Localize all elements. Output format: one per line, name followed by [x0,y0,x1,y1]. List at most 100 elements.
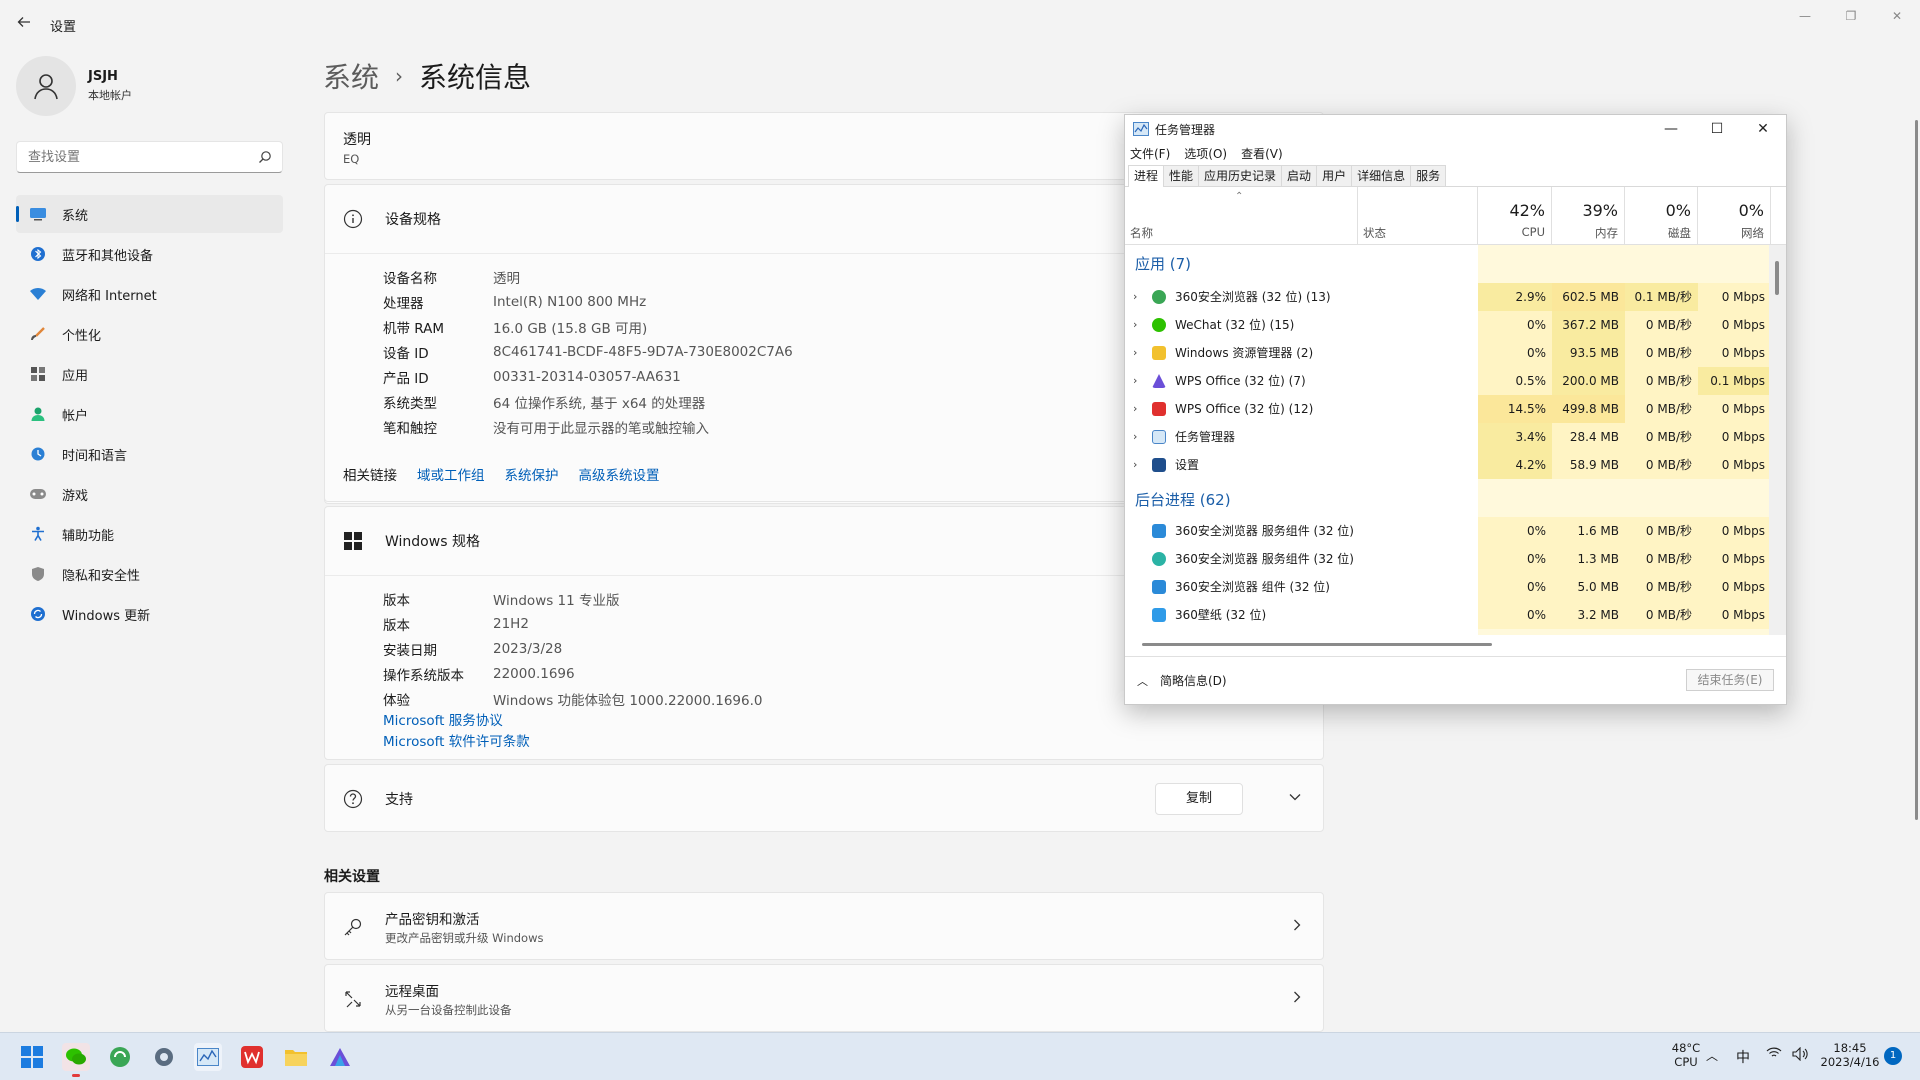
sidebar-item-apps[interactable]: 应用 [16,355,283,393]
table-row[interactable]: 360安全浏览器 服务组件 (32 位) 0% 1.3 MB 0 MB/秒 0 … [1125,545,1771,573]
sidebar-item-system[interactable]: 系统 [16,195,283,233]
sidebar-item-privacy[interactable]: 隐私和安全性 [16,555,283,593]
spec-label: 体验 [383,692,410,709]
start-icon[interactable] [18,1043,46,1071]
link-advanced-system-settings[interactable]: 高级系统设置 [579,464,660,484]
volume-icon[interactable] [1792,1046,1808,1065]
vertical-scrollbar[interactable] [1769,245,1786,635]
search-input[interactable] [17,142,237,172]
menu-view[interactable]: 查看(V) [1241,145,1283,162]
sidebar-item-time-language[interactable]: 时间和语言 [16,435,283,473]
task-manager-icon[interactable] [194,1043,222,1071]
sidebar-item-label: 应用 [62,368,89,384]
breadcrumb-parent[interactable]: 系统 [323,56,379,96]
tab-processes[interactable]: 进程 [1128,165,1165,187]
support-card[interactable]: 支持 复制 [324,764,1324,832]
user-profile[interactable]: JSJH 本地帐户 [16,56,132,116]
search-box[interactable] [16,141,283,173]
expand-chevron-icon[interactable]: › [1133,458,1137,471]
chevron-up-icon[interactable]: ︿ [1706,1047,1718,1064]
tab-performance[interactable]: 性能 [1163,165,1200,186]
column-network[interactable]: 0% 网络 [1698,187,1771,245]
back-arrow-icon[interactable] [14,14,34,34]
browser-360-icon[interactable] [106,1043,134,1071]
chevron-up-icon[interactable]: ︿ [1137,673,1148,689]
scroll-thumb[interactable] [1775,261,1779,295]
tm-close-button[interactable]: ✕ [1740,115,1786,143]
page-scrollbar[interactable] [1915,120,1918,820]
sidebar-item-network[interactable]: 网络和 Internet [16,275,283,313]
wps-office-icon[interactable] [326,1043,354,1071]
link-system-protection[interactable]: 系统保护 [505,464,559,484]
sidebar-item-personalization[interactable]: 个性化 [16,315,283,353]
maximize-button[interactable]: ❐ [1828,0,1874,32]
expand-chevron-icon[interactable]: › [1133,318,1137,331]
minimize-button[interactable]: — [1782,0,1828,32]
scroll-thumb[interactable] [1142,643,1492,646]
horizontal-scrollbar[interactable] [1125,635,1771,652]
sidebar-item-accounts[interactable]: 帐户 [16,395,283,433]
tab-app-history[interactable]: 应用历史记录 [1198,165,1283,186]
table-row[interactable]: › 设置 4.2% 58.9 MB 0 MB/秒 0 Mbps [1125,451,1771,479]
column-name[interactable]: 名称 [1125,187,1358,245]
fewer-details-button[interactable]: 简略信息(D) [1160,672,1227,689]
notification-badge[interactable]: 1 [1884,1047,1902,1065]
sidebar-item-windows-update[interactable]: Windows 更新 [16,595,283,633]
settings-icon[interactable] [150,1043,178,1071]
tab-startup[interactable]: 启动 [1281,165,1318,186]
chevron-right-icon [1293,991,1301,1007]
link-license-terms[interactable]: Microsoft 软件许可条款 [383,734,530,750]
product-key-subtitle: 更改产品密钥或升级 Windows [385,931,544,945]
menu-options[interactable]: 选项(O) [1184,145,1227,162]
expand-chevron-icon[interactable]: › [1133,290,1137,303]
column-disk[interactable]: 0% 磁盘 [1625,187,1698,245]
expand-chevron-icon[interactable]: › [1133,430,1137,443]
sidebar-item-gaming[interactable]: 游戏 [16,475,283,513]
app-title: 设置 [50,20,77,35]
wps-icon[interactable] [238,1043,266,1071]
search-icon[interactable] [258,150,272,164]
table-row[interactable]: › WPS Office (32 位) (12) 14.5% 499.8 MB … [1125,395,1771,423]
table-row[interactable]: › WPS Office (32 位) (7) 0.5% 200.0 MB 0 … [1125,367,1771,395]
table-row[interactable]: 360安全浏览器 组件 (32 位) 0% 5.0 MB 0 MB/秒 0 Mb… [1125,573,1771,601]
ime-indicator[interactable]: 中 [1736,1047,1750,1067]
sidebar-item-bluetooth[interactable]: 蓝牙和其他设备 [16,235,283,273]
link-domain-workgroup[interactable]: 域或工作组 [417,464,485,484]
table-row[interactable]: 360安全浏览器 服务组件 (32 位) 0% 1.6 MB 0 MB/秒 0 … [1125,517,1771,545]
tm-maximize-button[interactable]: ☐ [1694,115,1740,143]
chevron-down-icon[interactable] [1289,789,1301,805]
file-explorer-icon[interactable] [282,1043,310,1071]
service-component-icon [1152,524,1166,538]
end-task-button[interactable]: 结束任务(E) [1686,669,1774,691]
copy-button[interactable]: 复制 [1155,783,1243,815]
close-button[interactable]: ✕ [1874,0,1920,32]
network-cell: 0 Mbps [1698,451,1771,479]
expand-chevron-icon[interactable]: › [1133,374,1137,387]
network-tray-icon[interactable] [1766,1047,1782,1063]
menu-file[interactable]: 文件(F) [1130,145,1170,162]
product-key-row[interactable]: 产品密钥和激活 更改产品密钥或升级 Windows [324,892,1324,960]
column-cpu[interactable]: 42% CPU [1478,187,1552,245]
wechat-icon[interactable] [62,1043,90,1077]
expand-chevron-icon[interactable]: › [1133,402,1137,415]
wechat-icon [1152,318,1166,332]
column-memory[interactable]: 39% 内存 [1552,187,1625,245]
tab-users[interactable]: 用户 [1316,165,1353,186]
expand-chevron-icon[interactable]: › [1133,346,1137,359]
table-row[interactable]: 360壁纸 (32 位) 0% 3.2 MB 0 MB/秒 0 Mbps [1125,601,1771,629]
apps-icon [28,364,48,384]
table-row[interactable]: › Windows 资源管理器 (2) 0% 93.5 MB 0 MB/秒 0 … [1125,339,1771,367]
cpu-temperature[interactable]: 48°C CPU [1666,1041,1706,1069]
sidebar-item-accessibility[interactable]: 辅助功能 [16,515,283,553]
tab-details[interactable]: 详细信息 [1351,165,1412,186]
link-service-agreement[interactable]: Microsoft 服务协议 [383,713,503,729]
tm-minimize-button[interactable]: — [1648,115,1694,143]
table-row[interactable]: › 任务管理器 3.4% 28.4 MB 0 MB/秒 0 Mbps [1125,423,1771,451]
cpu-cell: 0% [1478,545,1552,573]
column-status[interactable]: 状态 [1358,187,1478,245]
remote-desktop-row[interactable]: 远程桌面 从另一台设备控制此设备 [324,964,1324,1032]
table-row[interactable]: › WeChat (32 位) (15) 0% 367.2 MB 0 MB/秒 … [1125,311,1771,339]
tab-services[interactable]: 服务 [1410,165,1447,186]
clock[interactable]: 18:45 2023/4/16 [1820,1041,1880,1069]
table-row[interactable]: › 360安全浏览器 (32 位) (13) 2.9% 602.5 MB 0.1… [1125,283,1771,311]
